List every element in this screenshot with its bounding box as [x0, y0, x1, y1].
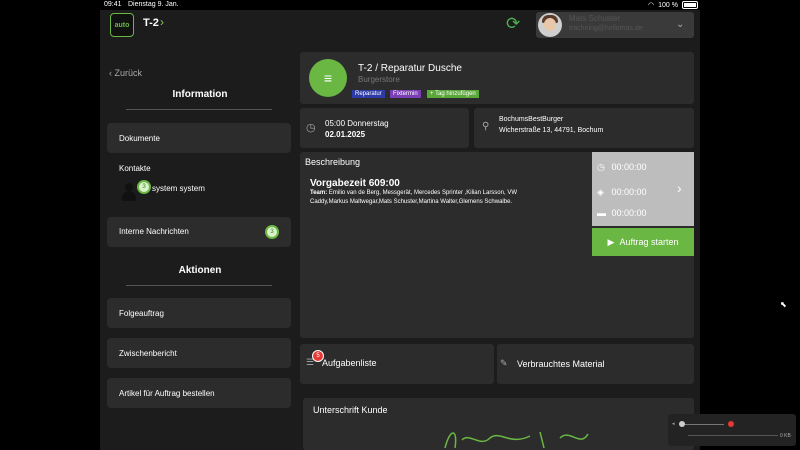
- chevron-right-icon[interactable]: ›: [677, 180, 682, 196]
- wifi-icon: ◠: [648, 2, 655, 9]
- task-list-label: Aufgabenliste: [322, 358, 377, 368]
- order-time: 05:00 Donnerstag: [325, 119, 389, 128]
- chevron-right-icon[interactable]: ›: [160, 15, 164, 29]
- user-email: trachning@hellomas.de: [569, 25, 643, 32]
- material-label: Verbrauchtes Material: [517, 359, 605, 369]
- documents-label: Dokumente: [119, 134, 160, 143]
- add-tag-button[interactable]: + Tag hinzufügen: [427, 90, 479, 98]
- volume-icon: ◂: [672, 421, 675, 427]
- order-date: 02.01.2025: [325, 130, 366, 139]
- internal-messages-item[interactable]: Interne Nachrichten 3: [107, 217, 291, 247]
- battery-icon: [682, 1, 698, 9]
- start-order-label: Auftrag starten: [619, 237, 679, 247]
- action-interim-report[interactable]: Zwischenbericht: [107, 338, 291, 368]
- media-mini-player[interactable]: ◂ 0 KB: [668, 414, 796, 446]
- order-title: T-2 / Reparatur Dusche: [358, 63, 462, 74]
- timer-row-pause: ◈ 00:00:00: [597, 187, 647, 198]
- back-button[interactable]: ‹ Zurück: [109, 68, 142, 78]
- documents-item[interactable]: Dokumente: [107, 123, 291, 153]
- timer-row-work: ◷ 00:00:00: [597, 162, 647, 173]
- divider: [126, 109, 272, 110]
- action-label: Zwischenbericht: [119, 349, 177, 358]
- record-icon[interactable]: [728, 421, 734, 427]
- time-panel: [300, 108, 469, 148]
- signature-title: Unterschrift Kunde: [313, 405, 388, 415]
- contact-badge: 3: [137, 180, 151, 194]
- refresh-icon[interactable]: ⟳: [506, 14, 520, 34]
- back-label: Zurück: [114, 68, 143, 78]
- messages-badge: 3: [265, 225, 279, 239]
- team-label: Team:: [310, 190, 328, 196]
- status-date: Dienstag 9. Jan.: [128, 1, 179, 8]
- chevron-down-icon[interactable]: ⌄: [676, 19, 684, 30]
- status-time: 09:41: [104, 1, 122, 8]
- internal-messages-label: Interne Nachrichten: [119, 227, 189, 236]
- action-label: Folgeauftrag: [119, 309, 164, 318]
- information-title: Information: [172, 89, 228, 100]
- timer-row-drive: ▬ 00:00:00: [597, 208, 647, 218]
- user-name: Mats Schuster: [569, 14, 621, 23]
- status-right: ◠ 100 %: [648, 1, 698, 9]
- start-order-button[interactable]: ▶ Auftrag starten: [592, 228, 694, 256]
- order-list-icon: ≡: [309, 59, 347, 97]
- avatar[interactable]: [538, 13, 562, 37]
- progress-bar: [688, 435, 778, 436]
- description-title: Beschreibung: [305, 157, 361, 167]
- timer-value: 00:00:00: [611, 162, 647, 172]
- mouse-cursor: ⬉: [780, 300, 787, 309]
- volume-slider[interactable]: [680, 424, 724, 425]
- timer-value: 00:00:00: [611, 187, 647, 197]
- status-bar: 09:41 Dienstag 9. Jan. ◠ 100 %: [0, 0, 800, 10]
- actions-title: Aktionen: [178, 265, 222, 276]
- contacts-label: Kontakte: [119, 164, 151, 173]
- clock-icon: ◷: [306, 122, 316, 134]
- divider: [126, 285, 272, 286]
- signature-scribble: [444, 431, 589, 449]
- wrench-icon: ✎: [500, 358, 508, 368]
- action-label: Artikel für Auftrag bestellen: [119, 389, 215, 398]
- action-follow-up-order[interactable]: Folgeauftrag: [107, 298, 291, 328]
- volume-knob[interactable]: [679, 421, 685, 427]
- person-icon: [122, 183, 136, 201]
- tag-icon: ◈: [597, 187, 604, 197]
- file-size: 0 KB: [780, 433, 791, 439]
- timer-value: 00:00:00: [611, 208, 647, 218]
- breadcrumb[interactable]: T-2: [143, 17, 159, 29]
- description-heading: Vorgabezeit 609:00: [310, 178, 400, 189]
- contact-name[interactable]: system system: [152, 184, 205, 193]
- team-line-1: Emilio van de Berg, Messgerät, Mercedes …: [328, 190, 517, 196]
- tag-repair[interactable]: Reparatur: [352, 90, 385, 98]
- timer-icon: ◷: [597, 162, 605, 172]
- order-subtitle: Burgerstore: [358, 75, 400, 84]
- location-pin-icon: ⚲: [482, 121, 490, 132]
- tag-fixed-date[interactable]: Fixtermin: [390, 90, 421, 98]
- location-name: BochumsBestBurger: [499, 116, 564, 123]
- location-address: Wicherstraße 13, 44791, Bochum: [499, 127, 604, 134]
- car-icon: ▬: [597, 208, 606, 218]
- description-team: Team: Emilio van de Berg, Messgerät, Mer…: [310, 190, 590, 196]
- team-line-2: Caddy,Markus Maltwegar,Mats Schuster,Mar…: [310, 199, 513, 205]
- battery-percent: 100 %: [658, 1, 678, 9]
- action-order-articles[interactable]: Artikel für Auftrag bestellen: [107, 378, 291, 408]
- app-logo[interactable]: auto: [110, 13, 134, 37]
